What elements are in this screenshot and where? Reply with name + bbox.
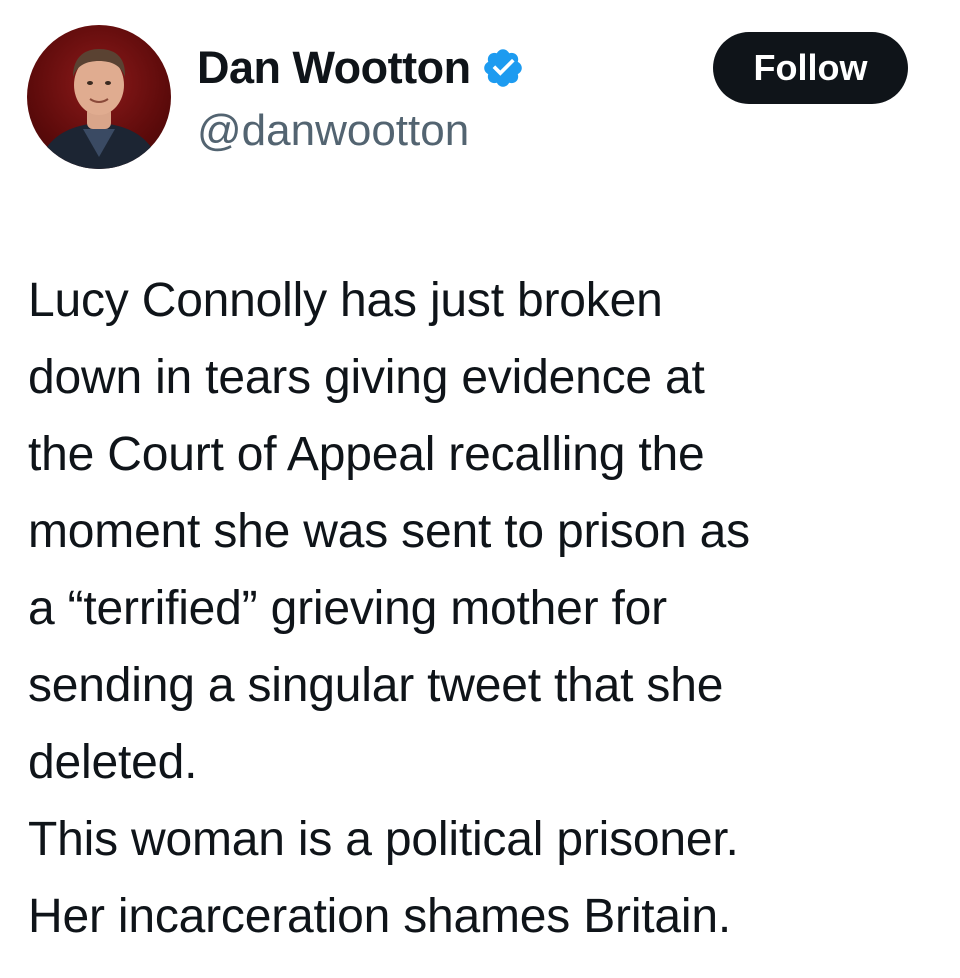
tweet-text-line: This woman is a political prisoner.: [28, 813, 739, 866]
verified-badge-icon[interactable]: [481, 46, 525, 90]
tweet-text: Lucy Connolly has just broken down in te…: [28, 262, 938, 955]
avatar-photo-icon: [37, 49, 161, 169]
author-handle[interactable]: @danwootton: [197, 106, 469, 156]
author-name-row: Dan Wootton: [197, 38, 525, 98]
tweet-text-line: down in tears giving evidence at: [28, 351, 705, 404]
tweet-text-line: Her incarceration shames Britain.: [28, 890, 732, 943]
tweet-text-line: sending a singular tweet that she: [28, 659, 724, 712]
tweet-text-line: deleted.: [28, 736, 198, 789]
follow-button[interactable]: Follow: [713, 32, 908, 104]
tweet-text-line: a “terrified” grieving mother for: [28, 582, 667, 635]
tweet-text-line: moment she was sent to prison as: [28, 505, 750, 558]
author-avatar[interactable]: [27, 25, 171, 169]
tweet-header: Dan Wootton @danwootton Follow: [0, 0, 960, 200]
tweet-text-line: Lucy Connolly has just broken: [28, 274, 663, 327]
tweet-text-line: the Court of Appeal recalling the: [28, 428, 705, 481]
author-display-name[interactable]: Dan Wootton: [197, 42, 471, 94]
